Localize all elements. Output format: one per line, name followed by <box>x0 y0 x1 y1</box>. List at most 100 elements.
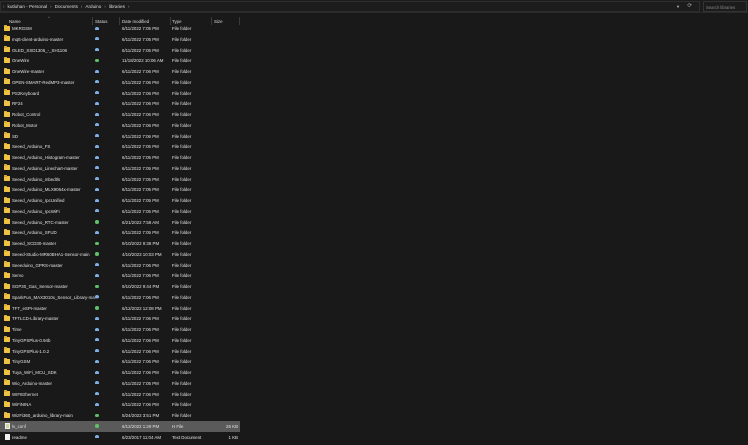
file-row[interactable]: Seeeduino_GPRS-master 6/11/2022 7:06 PM Fi… <box>0 260 748 271</box>
breadcrumb-arduino[interactable]: Arduino <box>85 4 101 9</box>
file-row[interactable]: OneWire 11/18/2022 10:06 AM File folder <box>0 55 748 66</box>
file-row[interactable]: Seeed_Arduino_mbedtls 6/11/2022 7:05 PM Fi… <box>0 174 748 185</box>
folder-icon <box>4 368 10 375</box>
file-row[interactable]: OPEN-SMART-RedMP3-master 6/11/2022 7:06 P… <box>0 77 748 88</box>
file-row[interactable]: PS2Keyboard 6/11/2022 7:06 PM File folder <box>0 88 748 99</box>
chevron-down-icon[interactable]: ▼ <box>676 4 680 9</box>
file-name: SD <box>12 133 19 139</box>
file-row[interactable]: Wio_Arduino-master 6/11/2022 7:05 PM File … <box>0 378 748 389</box>
file-type: H File <box>172 423 184 429</box>
file-name: Seeed-Studio-MR60BHA1-Sensor-main <box>12 251 90 257</box>
file-type: File folder <box>172 79 192 85</box>
file-row[interactable]: WIFIEthernet 6/11/2022 7:06 PM File folder <box>0 389 748 400</box>
file-date: 6/11/2022 7:06 PM <box>122 348 159 354</box>
cloud-icon <box>95 80 99 84</box>
file-row[interactable]: Seeed_Arduino_rpcWiFi 6/11/2022 7:05 PM Fi… <box>0 206 748 217</box>
breadcrumb-libraries[interactable]: libraries <box>109 4 125 9</box>
file-row[interactable]: Robot_Control 6/11/2022 7:06 PM File folde… <box>0 109 748 120</box>
file-row[interactable]: Seeed_Arduino_rpcUnified 6/11/2022 7:05 P… <box>0 195 748 206</box>
file-type: File folder <box>172 391 192 397</box>
file-row[interactable]: Seeed_Arduino_SFUD 6/11/2022 7:05 PM File … <box>0 227 748 238</box>
chevron-right-icon[interactable]: › <box>50 4 52 9</box>
file-date: 6/11/2022 7:05 PM <box>122 198 159 203</box>
folder-icon <box>4 67 10 74</box>
file-name: Robot_Control <box>12 112 41 117</box>
file-size: 1 KB <box>228 434 238 440</box>
cloud-icon <box>95 295 99 299</box>
file-name: mqtt-client-arduino-master <box>12 36 64 42</box>
file-row[interactable]: Time 6/11/2022 7:06 PM File folder <box>0 324 748 335</box>
breadcrumb-documents[interactable]: Documents <box>55 4 78 9</box>
file-row[interactable]: TFTLCD-Library-master 6/11/2022 7:06 PM Fi… <box>0 313 748 324</box>
cloud-icon <box>95 370 99 374</box>
folder-icon <box>4 142 10 149</box>
cloud-icon <box>95 392 99 395</box>
chevron-right-icon[interactable]: › <box>128 4 130 9</box>
file-row[interactable]: Seeed_Arduino_Linechart-master 6/11/2022 … <box>0 163 748 174</box>
file-type: File folder <box>172 219 192 225</box>
file-date: 6/11/2022 7:05 PM <box>122 176 159 182</box>
file-row[interactable]: TinyGPSPlus-0.94b 6/11/2022 7:06 PM File f… <box>0 335 748 346</box>
file-date: 6/21/2022 7:58 AM <box>122 219 159 225</box>
file-row[interactable]: SGP30_Gas_Sensor-master 9/10/2022 9:44 PM… <box>0 281 748 292</box>
file-row[interactable]: SD 6/11/2022 7:06 PM File folder <box>0 131 748 142</box>
file-row[interactable]: OLED_SSD1306_-_SH1106 6/11/2022 7:05 PM Fi… <box>0 45 748 56</box>
file-row[interactable]: Seeed_Arduino_RTC-master 6/21/2022 7:58 A… <box>0 217 748 228</box>
file-row[interactable]: TFT_eSPI-master 6/12/2022 12:08 PM File fo… <box>0 303 748 314</box>
file-type: File folder <box>172 359 192 365</box>
file-date: 6/11/2022 7:05 PM <box>122 187 159 193</box>
cloud-icon <box>95 209 99 213</box>
file-name: WIFIEthernet <box>12 391 38 397</box>
file-date: 6/11/2022 7:06 PM <box>122 133 159 139</box>
file-row[interactable]: Seeed_Arduino_MLX9064x-master 6/11/2022 7… <box>0 184 748 195</box>
address-bar[interactable]: › kutluhan - Personal › Documents › Ardu… <box>0 1 700 12</box>
file-row[interactable]: WiFiNINA 6/11/2022 7:06 PM File folder <box>0 399 748 410</box>
file-type: File folder <box>172 251 192 257</box>
file-row[interactable]: Seeed-Studio-MR60BHA1-Sensor-main 4/10/20… <box>0 249 748 260</box>
file-row[interactable]: mqtt-client-arduino-master 6/11/2022 7:05… <box>0 34 748 45</box>
folder-icon <box>4 218 10 224</box>
folder-icon <box>4 239 10 246</box>
file-row[interactable]: Servo 6/11/2022 7:06 PM File folder <box>0 270 748 281</box>
file-name: Seeed_Arduino_rpcWiFi <box>12 208 60 214</box>
folder-icon <box>4 46 10 52</box>
folder-icon <box>4 35 10 42</box>
file-name: Seeed_Arduino_rpcUnified <box>12 198 65 203</box>
file-row[interactable]: lv_conf 6/12/2022 1:29 PM H File 26 KB <box>0 420 240 432</box>
cloud-icon <box>95 359 99 363</box>
file-type: File folder <box>172 273 192 279</box>
available-check-icon <box>95 306 99 310</box>
file-type: File folder <box>172 402 192 408</box>
folder-icon <box>4 336 10 343</box>
file-type: File folder <box>172 176 192 182</box>
cloud-icon <box>95 402 99 406</box>
file-row[interactable]: Seeed_SCD30-master 9/10/2022 9:36 PM File … <box>0 238 748 249</box>
refresh-icon[interactable]: ⟳ <box>687 3 692 9</box>
file-row[interactable]: Tuya_WiFi_MCU_SDK 6/11/2022 7:06 PM File f… <box>0 367 748 378</box>
file-row[interactable]: Seeed_Arduino_Histogram-master 6/11/2022 … <box>0 152 748 163</box>
available-check-icon <box>95 241 99 245</box>
file-row[interactable]: OneWire-master 6/11/2022 7:06 PM File fold… <box>0 66 748 77</box>
chevron-right-icon[interactable]: › <box>81 4 83 9</box>
file-row[interactable]: TinyGSM 6/11/2022 7:06 PM File folder <box>0 356 748 367</box>
file-date: 6/11/2022 7:05 PM <box>122 26 159 31</box>
file-row[interactable]: SparkFun_MAX3010x_Sensor_Library-ma... 6/… <box>0 292 748 303</box>
file-date: 11/18/2022 10:06 AM <box>122 58 164 64</box>
file-type: File folder <box>172 133 192 139</box>
file-row[interactable]: Seeed_Arduino_FS 6/11/2022 7:05 PM File fo… <box>0 141 748 152</box>
file-list: MKRGSM 6/11/2022 7:05 PM File folder mqtt-c… <box>0 23 748 442</box>
breadcrumb-kutluhan-personal[interactable]: kutluhan - Personal <box>8 4 48 9</box>
search-input[interactable]: Search libraries <box>703 1 747 12</box>
file-row[interactable]: RF24 6/11/2022 7:06 PM File folder <box>0 98 748 109</box>
file-type: Text Document <box>172 434 202 440</box>
file-row[interactable]: TinyGPSPlus-1.0.2 6/11/2022 7:06 PM File f… <box>0 346 748 357</box>
file-type: File folder <box>172 36 192 42</box>
cloud-icon <box>95 381 99 385</box>
chevron-right-icon[interactable]: › <box>104 4 106 9</box>
file-name: Tuya_WiFi_MCU_SDK <box>12 370 57 375</box>
file-row[interactable]: Robot_Motor 6/11/2022 7:06 PM File folder <box>0 120 748 131</box>
file-row[interactable]: MKRGSM 6/11/2022 7:05 PM File folder <box>0 23 748 34</box>
folder-icon <box>4 121 10 128</box>
available-check-icon <box>95 252 99 256</box>
file-row[interactable]: WizFi360_arduino_library-main 5/24/2022 3… <box>0 410 748 421</box>
